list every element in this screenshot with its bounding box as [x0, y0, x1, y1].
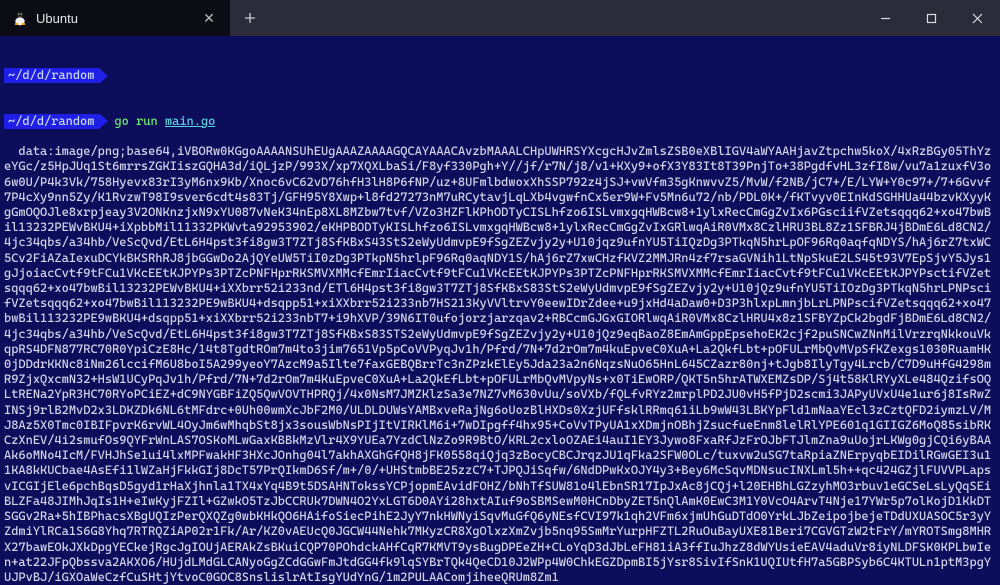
tux-icon	[12, 10, 28, 26]
maximize-button[interactable]	[908, 0, 954, 36]
window-titlebar: Ubuntu ✕	[0, 0, 1000, 36]
titlebar-drag-region	[270, 0, 862, 36]
prompt-path: ~/d/d/random	[4, 68, 100, 83]
prompt-line-1: ~/d/d/random	[4, 68, 996, 83]
prompt-arrow-icon	[100, 69, 108, 83]
new-tab-button[interactable]	[230, 0, 270, 36]
close-window-button[interactable]	[954, 0, 1000, 36]
close-tab-icon[interactable]: ✕	[202, 11, 216, 25]
output-prefix: data:image/png;base64,	[18, 144, 177, 158]
prompt-line-2: ~/d/d/random go run main.go	[4, 114, 996, 129]
terminal-viewport[interactable]: ~/d/d/random ~/d/d/random go run main.go…	[0, 36, 1000, 585]
output-base64: iVBORw0KGgoAAAANSUhEUgAAAZAAAAGQCAYAAACA…	[4, 144, 991, 584]
command-arg: main.go	[165, 114, 215, 129]
tab-title: Ubuntu	[36, 11, 78, 26]
minimize-button[interactable]	[862, 0, 908, 36]
terminal-tab[interactable]: Ubuntu ✕	[0, 0, 230, 36]
prompt-arrow-icon	[100, 114, 108, 128]
window-controls	[862, 0, 1000, 36]
prompt-path: ~/d/d/random	[4, 114, 100, 129]
command-text: go run	[114, 114, 157, 129]
